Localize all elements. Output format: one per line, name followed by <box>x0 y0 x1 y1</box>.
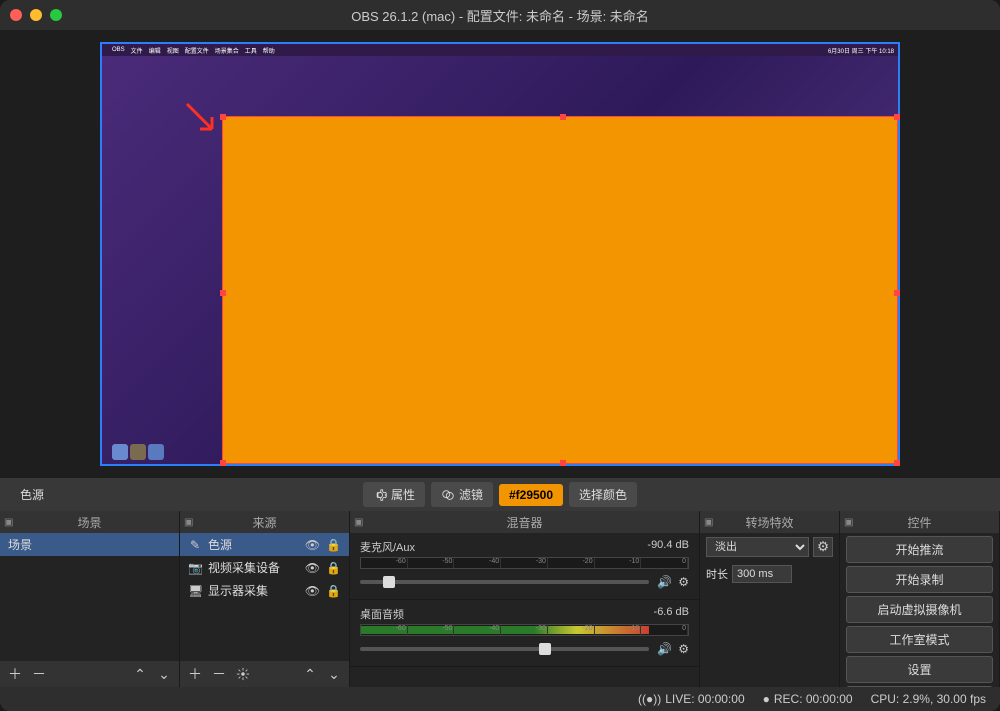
close-icon[interactable] <box>10 9 22 21</box>
lock-icon[interactable]: 🔒 <box>326 538 341 552</box>
obs-window: OBS 26.1.2 (mac) - 配置文件: 未命名 - 场景: 未命名 O… <box>0 0 1000 711</box>
source-item-video-capture[interactable]: 📷 视频采集设备 👁 🔒 <box>180 556 349 579</box>
transitions-panel: ▣转场特效 淡出 ⚙ 时长 <box>700 511 840 687</box>
lock-icon[interactable]: 🔒 <box>326 584 341 598</box>
minimize-icon[interactable] <box>30 9 42 21</box>
volume-slider[interactable] <box>360 580 649 584</box>
duration-input[interactable] <box>732 565 792 583</box>
filters-icon <box>441 488 455 502</box>
transition-settings-button[interactable]: ⚙ <box>813 537 833 557</box>
pick-color-button[interactable]: 选择颜色 <box>569 482 637 507</box>
source-item-display-capture[interactable]: 🖥 显示器采集 👁 🔒 <box>180 579 349 602</box>
audio-meter: -60-50-40-30-20-100 <box>360 624 689 636</box>
speaker-icon[interactable]: 🔊 <box>657 642 672 656</box>
selected-source-label: 色源 <box>20 486 44 503</box>
audio-meter: -60-50-40-30-20-100 <box>360 557 689 569</box>
transition-select[interactable]: 淡出 <box>706 537 809 557</box>
broadcast-icon: ((●)) <box>638 692 661 706</box>
captured-dock <box>112 444 164 460</box>
volume-slider[interactable] <box>360 647 649 651</box>
add-scene-button[interactable]: ＋ <box>4 663 26 685</box>
start-virtualcam-button[interactable]: 启动虚拟摄像机 <box>846 596 993 623</box>
scene-up-button[interactable]: ⌃ <box>129 663 151 685</box>
remove-scene-button[interactable]: － <box>28 663 50 685</box>
titlebar: OBS 26.1.2 (mac) - 配置文件: 未命名 - 场景: 未命名 <box>0 0 1000 30</box>
source-settings-button[interactable] <box>232 663 254 685</box>
remove-source-button[interactable]: － <box>208 663 230 685</box>
brush-icon: ✎ <box>188 538 202 552</box>
captured-menubar: OBS 文件 编辑 视图 配置文件 场景集合 工具 帮助 6月30日 周三 下午… <box>102 44 898 56</box>
preview-area[interactable]: OBS 文件 编辑 视图 配置文件 场景集合 工具 帮助 6月30日 周三 下午… <box>0 30 1000 478</box>
monitor-icon: 🖥 <box>188 584 202 598</box>
record-icon: ● <box>763 692 770 706</box>
camera-icon: 📷 <box>188 561 202 575</box>
studio-mode-button[interactable]: 工作室模式 <box>846 626 993 653</box>
sources-panel: ▣来源 ✎ 色源 👁 🔒 📷 视频采集设备 👁 🔒 🖥 显示器采集 <box>180 511 350 687</box>
window-title: OBS 26.1.2 (mac) - 配置文件: 未命名 - 场景: 未命名 <box>0 6 1000 25</box>
lock-icon[interactable]: 🔒 <box>326 561 341 575</box>
gear-icon <box>236 667 250 681</box>
source-up-button[interactable]: ⌃ <box>299 663 321 685</box>
traffic-lights <box>10 9 62 21</box>
live-status: ((●))LIVE: 00:00:00 <box>638 692 745 706</box>
source-down-button[interactable]: ⌄ <box>323 663 345 685</box>
dock-handle-icon[interactable]: ▣ <box>704 517 713 528</box>
dock-handle-icon[interactable]: ▣ <box>4 517 13 528</box>
controls-panel: ▣控件 开始推流 开始录制 启动虚拟摄像机 工作室模式 设置 退出 <box>840 511 1000 687</box>
visibility-icon[interactable]: 👁 <box>305 538 320 552</box>
scenes-panel: ▣场景 场景 ＋ － ⌃ ⌄ <box>0 511 180 687</box>
properties-button[interactable]: 属性 <box>363 482 425 507</box>
mixer-channel-desktop: 桌面音频-6.6 dB -60-50-40-30-20-100 🔊 ⚙ <box>350 600 699 667</box>
color-swatch-button[interactable]: #f29500 <box>499 484 563 506</box>
preview-canvas[interactable]: OBS 文件 编辑 视图 配置文件 场景集合 工具 帮助 6月30日 周三 下午… <box>100 42 900 466</box>
gear-icon[interactable]: ⚙ <box>678 642 689 656</box>
source-item-color[interactable]: ✎ 色源 👁 🔒 <box>180 533 349 556</box>
rec-status: ●REC: 00:00:00 <box>763 692 853 706</box>
add-source-button[interactable]: ＋ <box>184 663 206 685</box>
statusbar: ((●))LIVE: 00:00:00 ●REC: 00:00:00 CPU: … <box>0 687 1000 711</box>
mixer-channel-mic: 麦克风/Aux-90.4 dB -60-50-40-30-20-100 🔊 ⚙ <box>350 533 699 600</box>
scene-down-button[interactable]: ⌄ <box>153 663 175 685</box>
context-toolbar: 色源 属性 滤镜 #f29500 选择颜色 <box>0 478 1000 511</box>
maximize-icon[interactable] <box>50 9 62 21</box>
visibility-icon[interactable]: 👁 <box>305 584 320 598</box>
cpu-status: CPU: 2.9%, 30.00 fps <box>871 692 986 706</box>
dock-handle-icon[interactable]: ▣ <box>354 517 363 528</box>
scene-item[interactable]: 场景 <box>0 533 179 556</box>
sources-list: ✎ 色源 👁 🔒 📷 视频采集设备 👁 🔒 🖥 显示器采集 👁 🔒 <box>180 533 349 661</box>
gear-icon <box>373 488 387 502</box>
docks: ▣场景 场景 ＋ － ⌃ ⌄ ▣来源 ✎ 色源 👁 🔒 <box>0 511 1000 687</box>
gear-icon[interactable]: ⚙ <box>678 575 689 589</box>
start-streaming-button[interactable]: 开始推流 <box>846 536 993 563</box>
filters-button[interactable]: 滤镜 <box>431 482 493 507</box>
mixer-panel: ▣混音器 麦克风/Aux-90.4 dB -60-50-40-30-20-100… <box>350 511 700 687</box>
start-recording-button[interactable]: 开始录制 <box>846 566 993 593</box>
color-source-preview[interactable] <box>222 116 898 464</box>
visibility-icon[interactable]: 👁 <box>305 561 320 575</box>
dock-handle-icon[interactable]: ▣ <box>184 517 193 528</box>
speaker-icon[interactable]: 🔊 <box>657 575 672 589</box>
dock-handle-icon[interactable]: ▣ <box>844 517 853 528</box>
settings-button[interactable]: 设置 <box>846 656 993 683</box>
